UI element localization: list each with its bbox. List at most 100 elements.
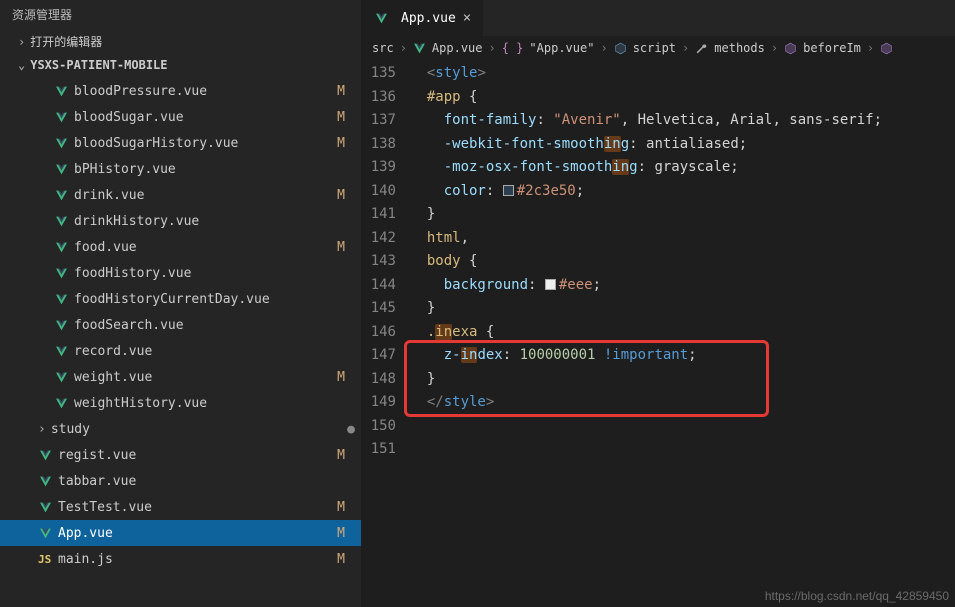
code-line[interactable]: #app { (410, 86, 955, 110)
editor-tabs: App.vue × (362, 0, 955, 36)
code-line[interactable]: font-family: "Avenir", Helvetica, Arial,… (410, 109, 955, 133)
file-item[interactable]: TestTest.vueM (0, 494, 361, 520)
editor-area: App.vue × src › App.vue › { } "App.vue" … (362, 0, 955, 607)
vue-icon (413, 42, 426, 55)
tab-label: App.vue (401, 11, 456, 26)
file-name: record.vue (74, 344, 351, 359)
chevron-down-icon: ⌄ (18, 58, 25, 72)
crumb-script[interactable]: script (633, 41, 676, 55)
file-name: foodHistoryCurrentDay.vue (74, 292, 351, 307)
vue-icon (38, 526, 52, 541)
file-name: tabbar.vue (58, 474, 351, 489)
file-name: App.vue (58, 526, 337, 541)
file-item[interactable]: bloodSugar.vueM (0, 104, 361, 130)
line-number: 149 (362, 391, 396, 415)
braces-icon: { } (502, 41, 524, 55)
line-number: 146 (362, 321, 396, 345)
code-line[interactable]: background: #eee; (410, 274, 955, 298)
file-name: bPHistory.vue (74, 162, 351, 177)
code-line[interactable]: html, (410, 227, 955, 251)
file-item[interactable]: food.vueM (0, 234, 361, 260)
line-number: 139 (362, 156, 396, 180)
line-gutter: 1351361371381391401411421431441451461471… (362, 62, 410, 607)
file-name: foodHistory.vue (74, 266, 351, 281)
code-line[interactable]: } (410, 297, 955, 321)
breadcrumbs[interactable]: src › App.vue › { } "App.vue" › script ›… (362, 36, 955, 60)
crumb-file[interactable]: App.vue (432, 41, 483, 55)
crumb-src[interactable]: src (372, 41, 394, 55)
code-line[interactable]: } (410, 203, 955, 227)
line-number: 145 (362, 297, 396, 321)
file-name: main.js (58, 552, 337, 567)
code-line[interactable]: -webkit-font-smoothing: antialiased; (410, 133, 955, 157)
modified-badge: M (337, 370, 351, 385)
file-name: bloodSugarHistory.vue (74, 136, 337, 151)
vue-icon (54, 84, 68, 99)
cube-icon (784, 42, 797, 55)
file-name: bloodSugar.vue (74, 110, 337, 125)
file-name: food.vue (74, 240, 337, 255)
file-item[interactable]: drinkHistory.vue (0, 208, 361, 234)
file-item[interactable]: foodHistory.vue (0, 260, 361, 286)
file-item[interactable]: drink.vueM (0, 182, 361, 208)
vue-icon (54, 110, 68, 125)
modified-badge: M (337, 500, 351, 515)
vue-icon (38, 474, 52, 489)
file-item[interactable]: foodSearch.vue (0, 312, 361, 338)
file-item[interactable]: weight.vueM (0, 364, 361, 390)
vue-icon (54, 396, 68, 411)
line-number: 141 (362, 203, 396, 227)
file-item[interactable]: tabbar.vue (0, 468, 361, 494)
crumb-sfc[interactable]: "App.vue" (529, 41, 594, 55)
code-lines[interactable]: <style> #app { font-family: "Avenir", He… (410, 62, 955, 607)
folder-item[interactable]: ›study● (0, 416, 361, 442)
modified-badge: M (337, 110, 351, 125)
file-item[interactable]: App.vueM (0, 520, 361, 546)
chevron-right-icon: › (771, 41, 778, 55)
code-line[interactable]: <style> (410, 62, 955, 86)
modified-badge: M (337, 552, 351, 567)
file-item[interactable]: JS main.jsM (0, 546, 361, 572)
file-name: TestTest.vue (58, 500, 337, 515)
vue-icon (54, 214, 68, 229)
wrench-icon (695, 42, 708, 55)
code-line[interactable]: .inexa { (410, 321, 955, 345)
line-number: 144 (362, 274, 396, 298)
line-number: 138 (362, 133, 396, 157)
file-item[interactable]: regist.vueM (0, 442, 361, 468)
line-number: 143 (362, 250, 396, 274)
code-line[interactable]: z-index: 100000001 !important; (410, 344, 955, 368)
chevron-right-icon: › (18, 35, 25, 49)
file-name: drinkHistory.vue (74, 214, 351, 229)
vue-icon (54, 266, 68, 281)
file-name: drink.vue (74, 188, 337, 203)
project-name: YSXS-PATIENT-MOBILE (30, 58, 167, 72)
file-name: bloodPressure.vue (74, 84, 337, 99)
file-item[interactable]: bPHistory.vue (0, 156, 361, 182)
code-line[interactable]: -moz-osx-font-smoothing: grayscale; (410, 156, 955, 180)
vue-icon (54, 370, 68, 385)
project-section[interactable]: ⌄ YSXS-PATIENT-MOBILE (0, 54, 361, 76)
file-item[interactable]: record.vue (0, 338, 361, 364)
code-area[interactable]: 1351361371381391401411421431441451461471… (362, 60, 955, 607)
open-editors-section[interactable]: › 打开的编辑器 (0, 29, 361, 54)
code-line[interactable]: } (410, 368, 955, 392)
crumb-beforeim[interactable]: beforeIm (803, 41, 861, 55)
code-line[interactable]: </style> (410, 391, 955, 415)
tab-app-vue[interactable]: App.vue × (362, 0, 484, 36)
vue-icon (54, 344, 68, 359)
code-line[interactable]: color: #2c3e50; (410, 180, 955, 204)
code-line[interactable]: body { (410, 250, 955, 274)
chevron-right-icon: › (400, 41, 407, 55)
file-item[interactable]: foodHistoryCurrentDay.vue (0, 286, 361, 312)
chevron-right-icon: › (867, 41, 874, 55)
file-item[interactable]: weightHistory.vue (0, 390, 361, 416)
file-item[interactable]: bloodPressure.vueM (0, 78, 361, 104)
cube-icon (614, 42, 627, 55)
js-icon: JS (38, 553, 52, 566)
file-item[interactable]: bloodSugarHistory.vueM (0, 130, 361, 156)
crumb-methods[interactable]: methods (714, 41, 765, 55)
line-number: 147 (362, 344, 396, 368)
close-icon[interactable]: × (463, 10, 471, 26)
line-number: 151 (362, 438, 396, 462)
